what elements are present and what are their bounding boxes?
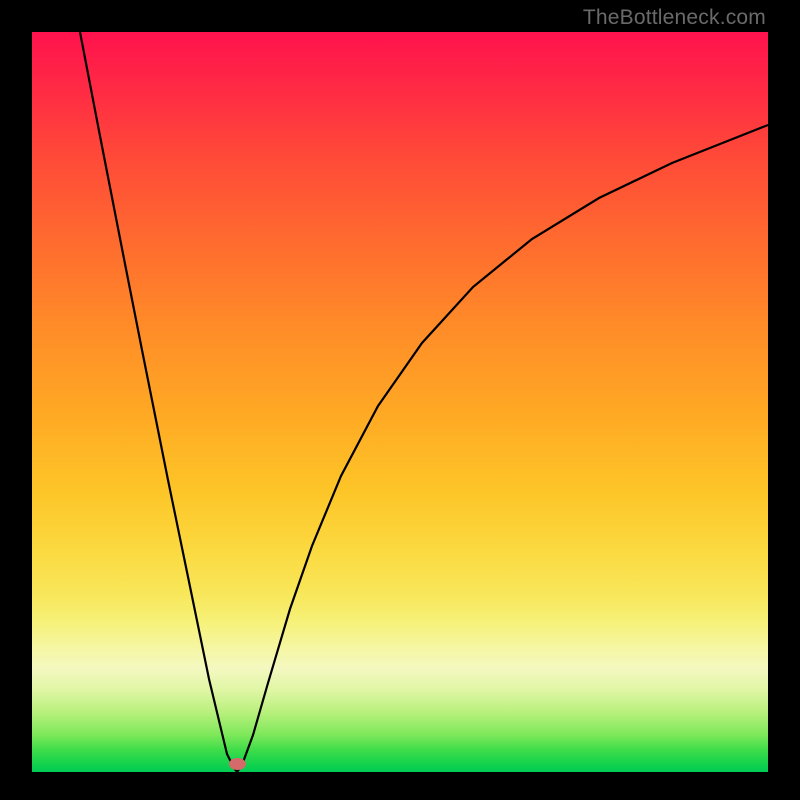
curve-path [80,32,768,772]
chart-container: TheBottleneck.com [0,0,800,800]
minimum-marker [229,758,246,770]
plot-area [32,32,768,772]
watermark-text: TheBottleneck.com [583,6,766,30]
curve-svg [32,32,768,772]
